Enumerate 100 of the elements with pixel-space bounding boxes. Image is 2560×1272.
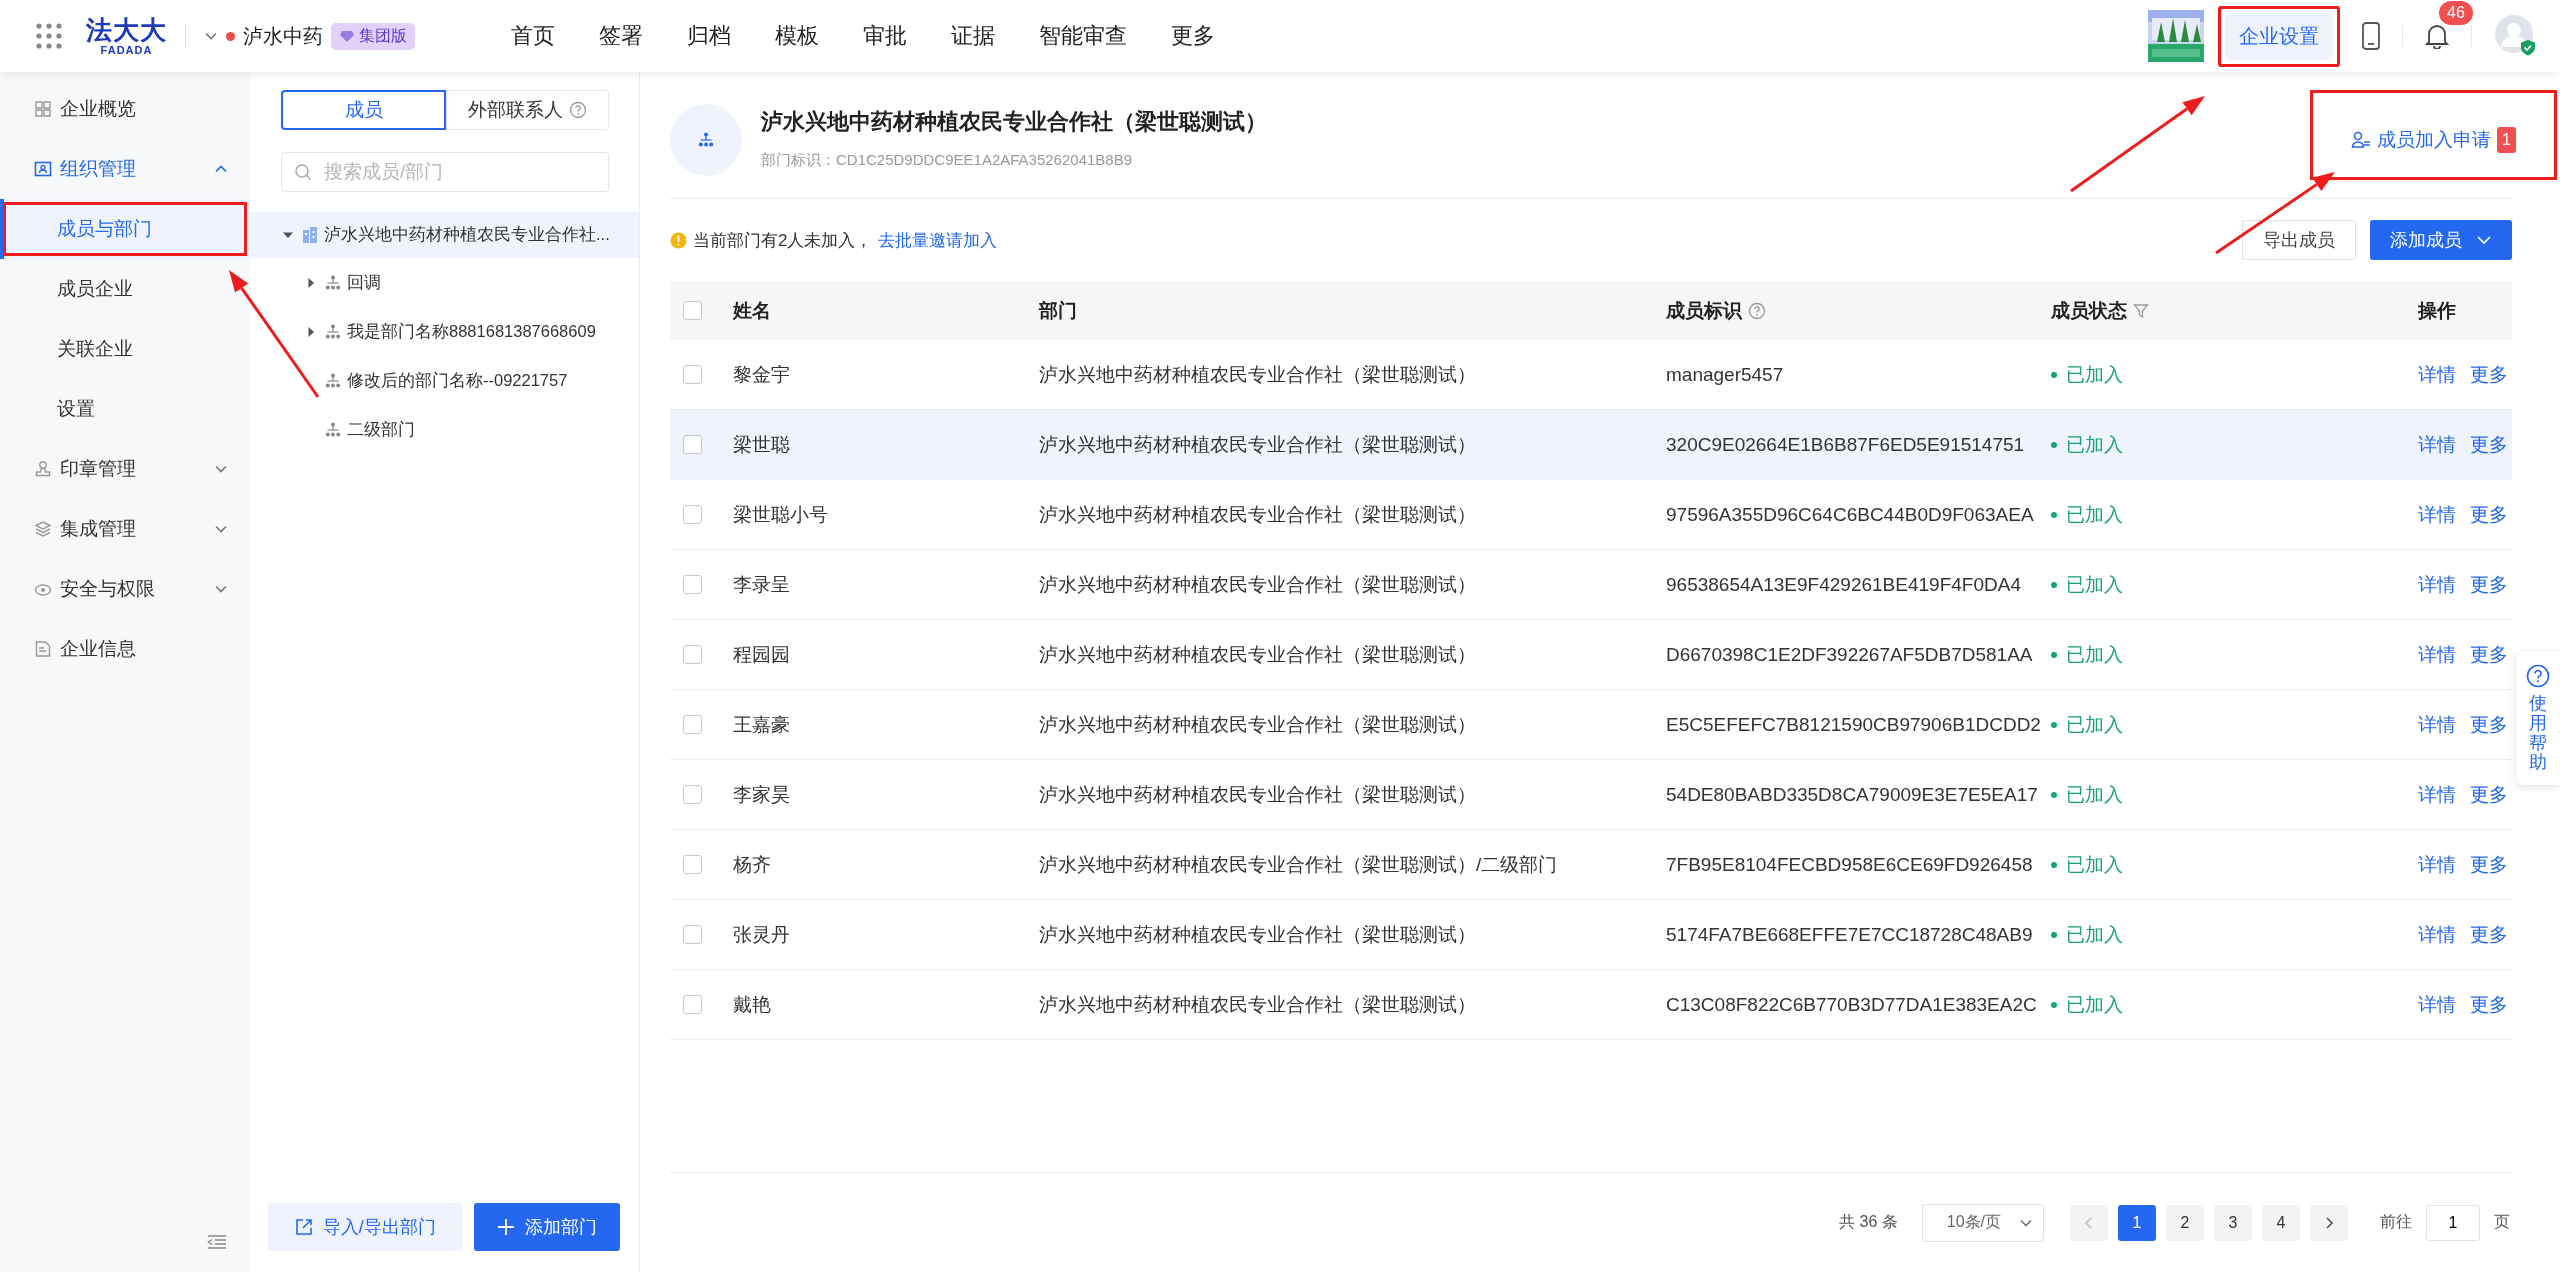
- checkbox[interactable]: [683, 365, 702, 384]
- more-link[interactable]: 更多: [2470, 571, 2508, 598]
- page-button[interactable]: 1: [2118, 1204, 2156, 1241]
- member-id-cell: 320C9E02664E1B6B87F6ED5E91514751: [1666, 433, 2025, 456]
- tree-node[interactable]: 我是部门名称8881681387668609: [250, 307, 639, 356]
- search-field[interactable]: 搜索成员/部门: [281, 152, 609, 192]
- more-link[interactable]: 更多: [2470, 431, 2508, 458]
- nav-subitem[interactable]: 成员与部门: [0, 199, 250, 259]
- details-link[interactable]: 详情: [2418, 431, 2456, 458]
- export-button[interactable]: 导出成员: [2242, 220, 2356, 260]
- bell-icon[interactable]: [2425, 23, 2449, 49]
- phone-icon[interactable]: [2362, 22, 2380, 50]
- details-link[interactable]: 详情: [2418, 781, 2456, 808]
- page-button[interactable]: 3: [2214, 1204, 2252, 1241]
- nav-subitem[interactable]: 设置: [0, 379, 250, 439]
- nav-item[interactable]: 企业概览: [0, 79, 250, 139]
- page-button[interactable]: 4: [2262, 1204, 2300, 1241]
- nav-item[interactable]: 集成管理: [0, 499, 250, 559]
- more-link[interactable]: 更多: [2470, 501, 2508, 528]
- nav-link[interactable]: 证据: [929, 21, 1017, 51]
- tab[interactable]: 外部联系人: [446, 90, 609, 130]
- nav-item[interactable]: 安全与权限: [0, 559, 250, 619]
- plus-icon: [497, 1218, 516, 1236]
- checkbox[interactable]: [683, 925, 702, 944]
- more-link[interactable]: 更多: [2470, 781, 2508, 808]
- nav-link[interactable]: 审批: [841, 21, 929, 51]
- nav-item[interactable]: 组织管理: [0, 139, 250, 199]
- more-link[interactable]: 更多: [2470, 361, 2508, 388]
- nav-link[interactable]: 模板: [753, 21, 841, 51]
- nav-link[interactable]: 签署: [577, 21, 665, 51]
- nav-subitem[interactable]: 成员企业: [0, 259, 250, 319]
- details-link[interactable]: 详情: [2418, 711, 2456, 738]
- avatar[interactable]: [2494, 14, 2538, 58]
- more-link[interactable]: 更多: [2470, 991, 2508, 1018]
- org-name[interactable]: 泸水中药: [243, 22, 323, 50]
- more-link[interactable]: 更多: [2470, 711, 2508, 738]
- name-cell-text: 张灵丹: [733, 922, 790, 947]
- nav-link[interactable]: 智能审查: [1017, 21, 1149, 51]
- logo[interactable]: 法大大 FADADA: [86, 16, 167, 56]
- tree-node[interactable]: 回调: [250, 258, 639, 307]
- member-id-cell: D6670398C1E2DF392267AF5DB7D581AA: [1666, 643, 2033, 666]
- details-link[interactable]: 详情: [2418, 921, 2456, 948]
- filter-icon[interactable]: [2133, 302, 2149, 319]
- details-link[interactable]: 详情: [2418, 571, 2456, 598]
- nav-link[interactable]: 归档: [665, 21, 753, 51]
- member-id-cell: 54DE80BABD335D8CA79009E3E7E5EA17: [1666, 783, 2038, 806]
- stamp-icon: [34, 460, 52, 478]
- search-input[interactable]: 搜索成员/部门: [322, 160, 596, 184]
- more-link[interactable]: 更多: [2470, 641, 2508, 668]
- more-link[interactable]: 更多: [2470, 851, 2508, 878]
- checkbox[interactable]: [683, 995, 702, 1014]
- apps-icon[interactable]: [36, 23, 62, 49]
- search-icon: [294, 163, 312, 181]
- department-cell-text: 泸水兴地中药材种植农民专业合作社（梁世聪测试）: [1039, 712, 1476, 737]
- details-link[interactable]: 详情: [2418, 851, 2456, 878]
- add-department-button[interactable]: 添加部门: [474, 1203, 620, 1251]
- help-widget[interactable]: 使用帮助: [2516, 652, 2560, 786]
- help-icon: [1748, 301, 1766, 320]
- checkbox[interactable]: [683, 715, 702, 734]
- details-link[interactable]: 详情: [2418, 501, 2456, 528]
- status-dot: [226, 31, 235, 41]
- table-row[interactable]: 梁世聪 泸水兴地中药材种植农民专业合作社（梁世聪测试） 320C9E02664E1B6B87F6ED5E91514751 已加入 详情 更多: [670, 410, 2512, 480]
- nav-item[interactable]: 印章管理: [0, 439, 250, 499]
- import-export-button[interactable]: 导入/导出部门: [268, 1203, 463, 1251]
- nav-link[interactable]: 首页: [511, 21, 577, 51]
- nav-link[interactable]: 更多: [1149, 21, 1237, 51]
- checkbox[interactable]: [683, 785, 702, 804]
- settings-button[interactable]: 企业设置: [2225, 12, 2333, 60]
- total-count: 共 36 条: [1839, 1212, 1898, 1232]
- collapse-icon[interactable]: [207, 1234, 227, 1250]
- org-icon: [324, 322, 342, 341]
- tab[interactable]: 成员: [281, 90, 446, 130]
- column-header: 成员状态: [2051, 298, 2127, 323]
- checkbox[interactable]: [683, 505, 702, 524]
- details-link[interactable]: 详情: [2418, 641, 2456, 668]
- page-size-select[interactable]: 10条/页: [1921, 1203, 2044, 1242]
- details-link[interactable]: 详情: [2418, 361, 2456, 388]
- tree-node[interactable]: 泸水兴地中药材种植农民专业合作社...: [250, 212, 639, 258]
- checkbox[interactable]: [683, 855, 702, 874]
- previous-page-button[interactable]: [2070, 1204, 2108, 1241]
- details-link[interactable]: 详情: [2418, 991, 2456, 1018]
- add-member-button[interactable]: 添加成员: [2370, 220, 2512, 260]
- user-list-icon: [2351, 130, 2372, 150]
- more-link[interactable]: 更多: [2470, 921, 2508, 948]
- name-cell-text: 程园园: [733, 642, 790, 667]
- checkbox[interactable]: [683, 435, 702, 454]
- checkbox[interactable]: [683, 645, 702, 664]
- next-page-button[interactable]: [2310, 1204, 2348, 1241]
- tree-node[interactable]: 二级部门: [250, 405, 639, 454]
- checkbox[interactable]: [683, 575, 702, 594]
- page-button[interactable]: 2: [2166, 1204, 2204, 1241]
- nav-item[interactable]: 企业信息: [0, 619, 250, 679]
- nav-subitem[interactable]: 关联企业: [0, 319, 250, 379]
- join-request-link[interactable]: 成员加入申请 1: [2351, 127, 2516, 153]
- page-input[interactable]: 1: [2426, 1204, 2480, 1241]
- status-label: 已加入: [2051, 501, 2123, 528]
- department-cell-text: 泸水兴地中药材种植农民专业合作社（梁世聪测试）: [1039, 922, 1476, 947]
- tree-node[interactable]: 修改后的部门名称--09221757: [250, 356, 639, 405]
- checkbox[interactable]: [683, 301, 702, 320]
- invite-link[interactable]: 去批量邀请加入: [878, 228, 998, 252]
